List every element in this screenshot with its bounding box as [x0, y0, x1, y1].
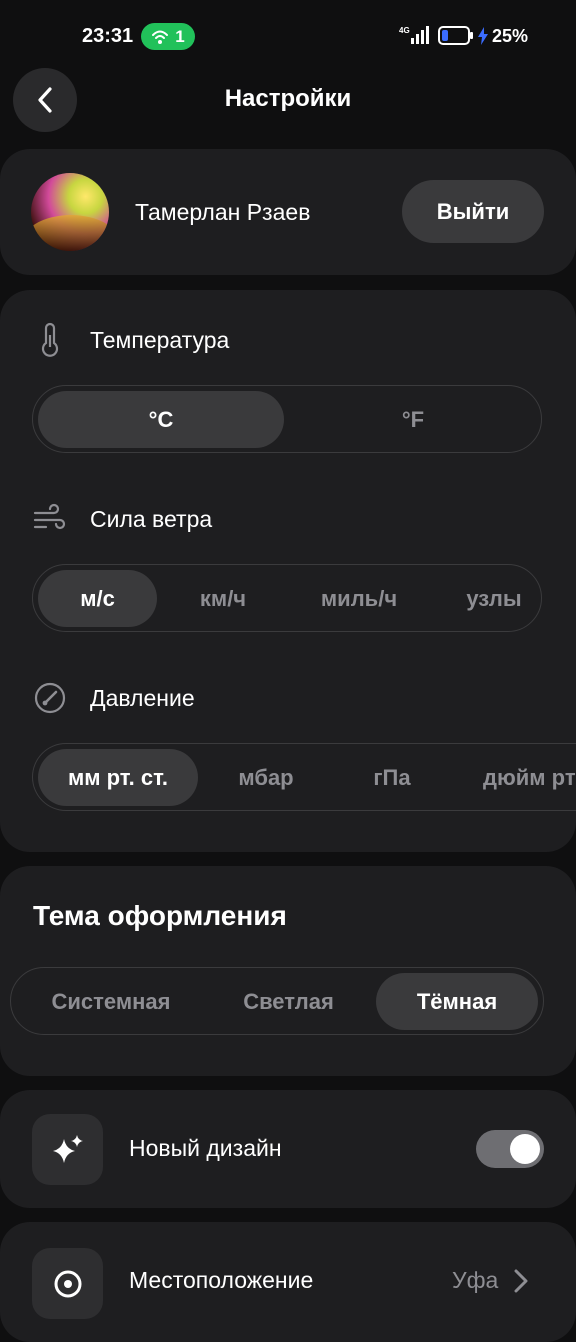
page-title: Настройки [224, 85, 352, 112]
chevron-right-icon [514, 1269, 528, 1293]
charging-bolt-icon [478, 27, 488, 45]
wind-option-mph[interactable]: миль/ч [289, 570, 429, 627]
svg-text:4G: 4G [399, 26, 410, 35]
wind-option-knots[interactable]: узлы [429, 570, 541, 627]
new-design-toggle[interactable] [476, 1130, 544, 1168]
wind-option-kmh[interactable]: км/ч [162, 570, 284, 627]
pressure-option-mbar[interactable]: мбар [203, 749, 329, 806]
wind-icon [33, 503, 66, 530]
pressure-segmented-control: мм рт. ст. мбар гПа дюйм рт [32, 743, 576, 811]
theme-option-dark[interactable]: Тёмная [376, 973, 538, 1030]
wind-label: Сила ветра [90, 506, 213, 532]
location-card[interactable]: Местоположение Уфа [0, 1222, 576, 1342]
location-value: Уфа [452, 1267, 499, 1293]
pressure-option-inhg[interactable]: дюйм рт [483, 749, 576, 806]
theme-option-light[interactable]: Светлая [206, 973, 371, 1030]
logout-button[interactable]: Выйти [402, 180, 544, 243]
battery-icon [438, 26, 473, 45]
location-pin-icon [54, 1270, 81, 1297]
status-time: 23:31 [82, 25, 134, 47]
new-design-label: Новый дизайн [129, 1135, 282, 1161]
wind-option-ms[interactable]: м/с [38, 570, 157, 627]
theme-option-system[interactable]: Системная [16, 973, 206, 1030]
temperature-option-celsius[interactable]: °C [38, 391, 284, 448]
theme-segmented-control: Системная Светлая Тёмная [10, 967, 544, 1035]
avatar[interactable] [31, 173, 109, 251]
gauge-icon [34, 682, 66, 714]
wind-segmented-control: м/с км/ч миль/ч узлы [32, 564, 542, 632]
status-bar: 23:31 1 4G 25% [0, 0, 576, 70]
location-label: Местоположение [129, 1267, 314, 1293]
temperature-option-fahrenheit[interactable]: °F [289, 391, 537, 448]
hotspot-icon [152, 30, 169, 44]
theme-card: Тема оформления Системная Светлая Тёмная [0, 866, 576, 1076]
hotspot-indicator: 1 [141, 23, 195, 50]
profile-card: Тамерлан Рзаев Выйти [0, 149, 576, 275]
sparkles-icon [52, 1134, 83, 1163]
signal-4g-icon: 4G [399, 26, 429, 44]
temperature-segmented-control: °C °F [32, 385, 542, 453]
hotspot-count: 1 [175, 26, 185, 46]
theme-title: Тема оформления [33, 900, 287, 931]
temperature-label: Температура [90, 327, 230, 353]
thermometer-icon [41, 322, 59, 357]
pressure-label: Давление [90, 685, 195, 711]
pressure-option-mmhg[interactable]: мм рт. ст. [38, 749, 198, 806]
toggle-knob [510, 1134, 540, 1164]
sparkles-icon-box [32, 1114, 103, 1185]
units-card: Температура °C °F Сила ветра м/с км/ч ми… [0, 290, 576, 852]
profile-name: Тамерлан Рзаев [135, 199, 311, 225]
new-design-card[interactable]: Новый дизайн [0, 1090, 576, 1208]
location-icon-box [32, 1248, 103, 1319]
battery-percent: 25% [492, 26, 529, 46]
pressure-option-hpa[interactable]: гПа [329, 749, 455, 806]
